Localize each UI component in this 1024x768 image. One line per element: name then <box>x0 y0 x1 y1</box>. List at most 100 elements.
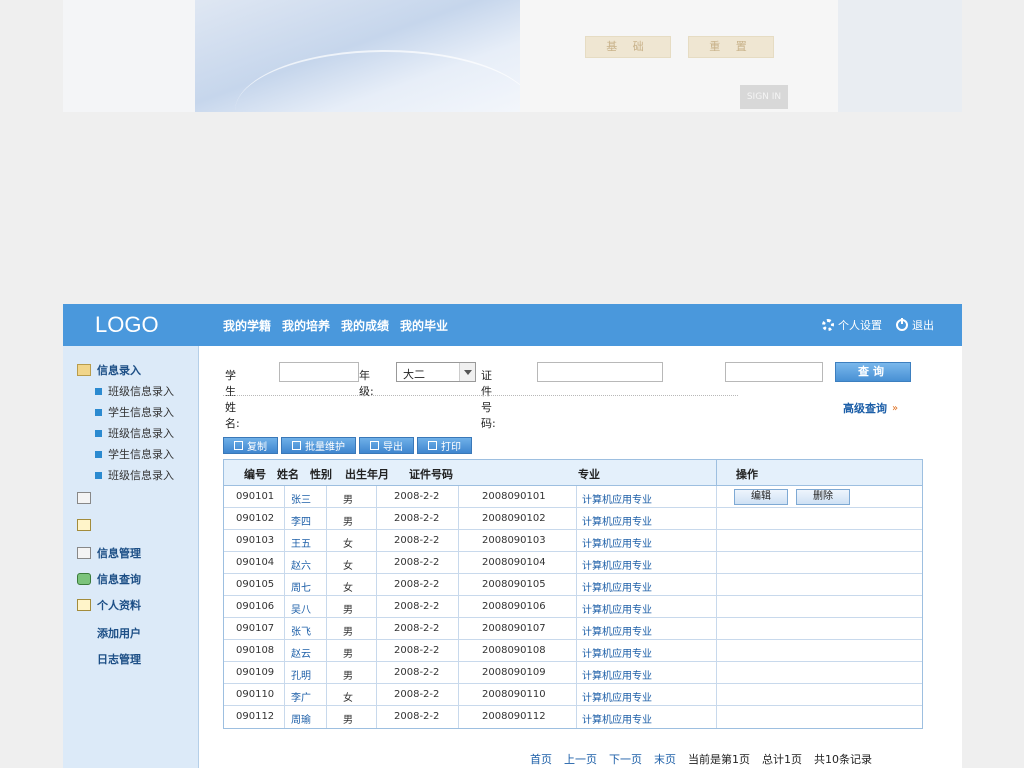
cell-major[interactable]: 计算机应用专业 <box>582 513 652 528</box>
cell-major[interactable]: 计算机应用专业 <box>582 689 652 704</box>
column-divider <box>576 596 577 618</box>
sidebar-item-add-user[interactable]: 添加用户 <box>97 625 141 641</box>
sidebar-card-button[interactable] <box>77 492 91 504</box>
sidebar-group-entry[interactable]: 信息录入 <box>77 362 141 378</box>
sidebar-item-info-query[interactable]: 信息查询 <box>77 571 141 587</box>
preview-photo <box>195 0 535 112</box>
edit-button[interactable]: 编辑 <box>734 489 788 505</box>
main-nav: 我的学籍 我的培养 我的成绩 我的毕业 <box>223 317 448 334</box>
advanced-query-link[interactable]: 高级查询 <box>843 400 887 416</box>
cell-name[interactable]: 周瑜 <box>291 711 311 726</box>
header-gender: 性别 <box>310 468 332 481</box>
cell-major[interactable]: 计算机应用专业 <box>582 623 652 638</box>
grade-select[interactable]: 大二 <box>396 362 476 382</box>
cell-major[interactable]: 计算机应用专业 <box>582 535 652 550</box>
cell-name[interactable]: 吴八 <box>291 601 311 616</box>
notepad-icon <box>77 519 91 531</box>
sidebar: 信息录入 班级信息录入 学生信息录入 班级信息录入 学生信息录入 班级信息录入 <box>63 346 199 768</box>
cell-birth: 2008-2-2 <box>394 557 440 568</box>
cell-cert: 2008090106 <box>482 601 546 612</box>
last-page-link[interactable]: 末页 <box>654 751 676 767</box>
cell-name[interactable]: 张三 <box>291 491 311 506</box>
cell-major[interactable]: 计算机应用专业 <box>582 491 652 506</box>
sidebar-item-label: 信息管理 <box>97 547 141 560</box>
next-page-link[interactable]: 下一页 <box>609 751 642 767</box>
first-page-link[interactable]: 首页 <box>530 751 552 767</box>
header-name: 姓名 <box>277 468 299 481</box>
column-divider <box>376 552 377 574</box>
nav-item-graduation[interactable]: 我的毕业 <box>400 317 448 334</box>
bullet-icon <box>95 387 102 395</box>
cell-name[interactable]: 李四 <box>291 513 311 528</box>
sidebar-item-label: 信息查询 <box>97 573 141 586</box>
logout-link[interactable]: 退出 <box>896 317 934 333</box>
cell-major[interactable]: 计算机应用专业 <box>582 667 652 682</box>
name-input[interactable] <box>279 362 359 382</box>
sidebar-item-profile[interactable]: 个人资料 <box>77 597 141 613</box>
sidebar-note-button[interactable] <box>77 519 91 531</box>
batch-icon <box>292 441 301 450</box>
sidebar-item-student-entry-1[interactable]: 学生信息录入 <box>95 404 174 420</box>
copy-button[interactable]: 复制 <box>223 437 278 454</box>
cell-name[interactable]: 李广 <box>291 689 311 704</box>
cell-major[interactable]: 计算机应用专业 <box>582 601 652 616</box>
header-major: 专业 <box>578 468 600 481</box>
cell-name[interactable]: 赵云 <box>291 645 311 660</box>
cell-cert: 2008090110 <box>482 689 546 700</box>
column-divider <box>376 486 377 508</box>
sidebar-item-info-manage[interactable]: 信息管理 <box>77 545 141 561</box>
logo: LOGO <box>95 312 159 337</box>
column-divider <box>716 530 717 552</box>
settings-link[interactable]: 个人设置 <box>822 317 882 333</box>
extra-input[interactable] <box>725 362 823 382</box>
column-divider <box>716 684 717 706</box>
header-ops: 操作 <box>736 468 758 481</box>
bullet-icon <box>95 471 102 479</box>
sidebar-item-class-entry-1[interactable]: 班级信息录入 <box>95 383 174 399</box>
header-id: 编号 <box>244 468 266 481</box>
cell-birth: 2008-2-2 <box>394 579 440 590</box>
id-label: 证件号码: <box>481 369 496 430</box>
sidebar-item-log-manage[interactable]: 日志管理 <box>97 651 141 667</box>
cell-birth: 2008-2-2 <box>394 667 440 678</box>
column-divider <box>458 486 459 508</box>
sidebar-item-class-entry-3[interactable]: 班级信息录入 <box>95 467 174 483</box>
delete-button[interactable]: 删除 <box>796 489 850 505</box>
header-actions: 个人设置 退出 <box>822 317 934 333</box>
sidebar-item-student-entry-2[interactable]: 学生信息录入 <box>95 446 174 462</box>
id-input[interactable] <box>537 362 663 382</box>
cell-id: 090112 <box>236 711 275 722</box>
cell-cert: 2008090102 <box>482 513 546 524</box>
cell-name[interactable]: 赵六 <box>291 557 311 572</box>
query-button[interactable]: 查询 <box>835 362 911 382</box>
column-divider <box>326 640 327 662</box>
export-button[interactable]: 导出 <box>359 437 414 454</box>
cell-cert: 2008090104 <box>482 557 546 568</box>
nav-item-training[interactable]: 我的培养 <box>282 317 330 334</box>
nav-item-grades[interactable]: 我的成绩 <box>341 317 389 334</box>
name-label: 学生姓名: <box>225 369 240 430</box>
batch-button[interactable]: 批量维护 <box>281 437 356 454</box>
preview-panel <box>520 0 838 112</box>
cell-major[interactable]: 计算机应用专业 <box>582 579 652 594</box>
prev-page-link[interactable]: 上一页 <box>564 751 597 767</box>
cell-major[interactable]: 计算机应用专业 <box>582 557 652 572</box>
nav-item-enrollment[interactable]: 我的学籍 <box>223 317 271 334</box>
table-row: 090103 王五 女 2008-2-2 2008090103 计算机应用专业 <box>224 530 922 552</box>
column-divider <box>284 596 285 618</box>
cell-name[interactable]: 张飞 <box>291 623 311 638</box>
cell-name[interactable]: 周七 <box>291 579 311 594</box>
column-divider <box>458 618 459 640</box>
cell-name[interactable]: 孔明 <box>291 667 311 682</box>
cell-major[interactable]: 计算机应用专业 <box>582 645 652 660</box>
copy-icon <box>234 441 243 450</box>
sidebar-item-class-entry-2[interactable]: 班级信息录入 <box>95 425 174 441</box>
print-button[interactable]: 打印 <box>417 437 472 454</box>
table-row: 090107 张飞 男 2008-2-2 2008090107 计算机应用专业 <box>224 618 922 640</box>
column-divider <box>716 486 717 508</box>
column-divider <box>284 530 285 552</box>
cell-id: 090109 <box>236 667 275 678</box>
total-records: 共10条记录 <box>814 753 872 766</box>
cell-name[interactable]: 王五 <box>291 535 311 550</box>
cell-major[interactable]: 计算机应用专业 <box>582 711 652 726</box>
